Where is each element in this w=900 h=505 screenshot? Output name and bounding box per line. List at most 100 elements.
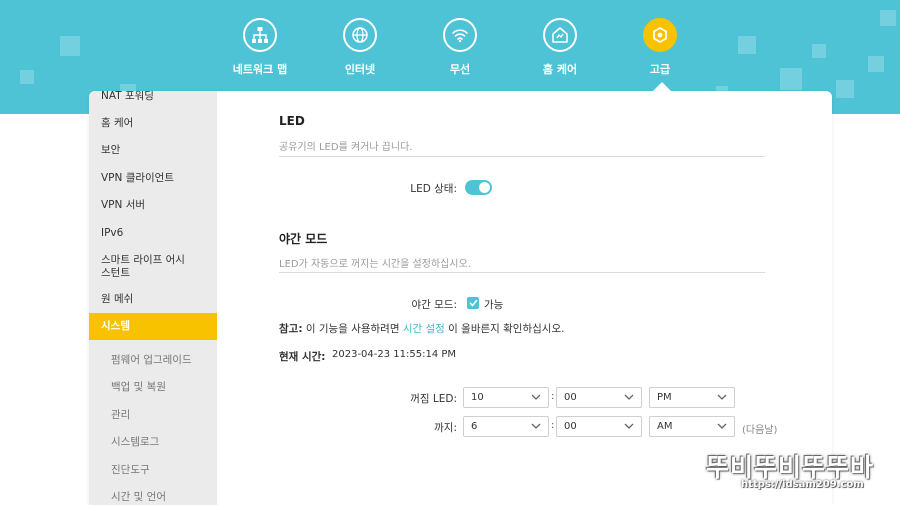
sidebar-subitem-label: 시간 및 언어 (111, 491, 166, 503)
decor-pixel (20, 70, 34, 84)
sidebar-subitem-label: 펌웨어 업그레이드 (111, 354, 192, 366)
until-label: 까지: (434, 422, 457, 434)
led-status-toggle[interactable] (465, 180, 492, 195)
select-value: AM (657, 421, 673, 432)
divider (279, 156, 765, 157)
nav-home-care[interactable]: 홈 케어 (510, 18, 610, 77)
select-value: PM (657, 392, 672, 403)
sidebar-item-label: 홈 케어 (101, 117, 134, 129)
night-mode-checkbox-label: 가능 (484, 299, 504, 311)
chevron-down-icon (624, 394, 634, 400)
select-value: 00 (564, 392, 577, 403)
sidebar-subitem-time-language[interactable]: 시간 및 언어 (89, 491, 217, 504)
sidebar-item-label: 보안 (101, 144, 121, 156)
advanced-gear-icon (643, 18, 677, 52)
night-mode-checkbox[interactable] (467, 297, 479, 309)
checkmark-icon (468, 299, 478, 307)
select-value: 10 (471, 392, 484, 403)
chevron-down-icon (531, 394, 541, 400)
until-hour-select[interactable]: 6 (463, 416, 549, 437)
sidebar-item-system[interactable]: 시스템 (89, 313, 217, 340)
sidebar-subitem-diagnostics[interactable]: 진단도구 (89, 464, 217, 477)
toggle-knob (479, 182, 490, 193)
sidebar-item-vpn-client[interactable]: VPN 클라이언트 (89, 172, 217, 185)
chevron-down-icon (531, 423, 541, 429)
nav-internet[interactable]: 인터넷 (310, 18, 410, 77)
wifi-icon (443, 18, 477, 52)
sidebar-item-security[interactable]: 보안 (89, 144, 217, 157)
sidebar-item-label: 시스템 (101, 320, 130, 332)
select-value: 00 (564, 421, 577, 432)
chevron-down-icon (624, 423, 634, 429)
night-mode-section-description: LED가 자동으로 꺼지는 시간을 설정하십시오. (279, 259, 471, 270)
nav-label: 네트워크 맵 (232, 63, 288, 76)
time-separator: : (551, 391, 555, 402)
nav-label: 무선 (449, 63, 471, 76)
off-hour-select[interactable]: 10 (463, 387, 549, 408)
sidebar-item-one-mesh[interactable]: 원 메쉬 (89, 293, 217, 306)
nav-wireless[interactable]: 무선 (410, 18, 510, 77)
sidebar-item-label: 원 메쉬 (101, 293, 134, 305)
nav-label: 고급 (649, 63, 671, 76)
nav-network-map[interactable]: 네트워크 맵 (210, 18, 310, 77)
note-text-before: 이 기능을 사용하려면 (305, 323, 400, 335)
sidebar-item-label: VPN 클라이언트 (101, 172, 175, 184)
content-area: LED 공유기의 LED를 켜거나 끕니다. LED 상태: 야간 모드 LED… (217, 91, 832, 505)
chevron-down-icon (717, 423, 727, 429)
sidebar-item-label: IPv6 (101, 227, 124, 239)
off-ampm-select[interactable]: PM (649, 387, 735, 408)
sidebar-item-ipv6[interactable]: IPv6 (89, 227, 217, 240)
until-minute-select[interactable]: 00 (556, 416, 642, 437)
led-off-label: 꺼짐 LED: (410, 393, 457, 405)
off-minute-select[interactable]: 00 (556, 387, 642, 408)
sidebar-item-label: 스턴트 (101, 267, 130, 279)
sidebar-subitem-firmware-upgrade[interactable]: 펌웨어 업그레이드 (89, 354, 217, 367)
watermark-url: https://idsam209.com (741, 479, 864, 490)
sidebar-item-vpn-server[interactable]: VPN 서버 (89, 199, 217, 212)
led-status-label: LED 상태: (410, 183, 457, 195)
decor-pixel (868, 56, 884, 72)
time-separator: : (551, 420, 555, 431)
sidebar-item-label: NAT 포워딩 (101, 91, 154, 102)
sidebar-item-nat-forwarding[interactable]: NAT 포워딩 (89, 91, 217, 103)
night-mode-section-title: 야간 모드 (279, 232, 328, 246)
sidebar: NAT 포워딩 홈 케어 보안 VPN 클라이언트 VPN 서버 IPv6 스마… (89, 91, 217, 505)
decor-pixel (836, 80, 854, 98)
sidebar-subitem-administration[interactable]: 관리 (89, 409, 217, 422)
sidebar-item-label: 스마트 라이프 어시 (101, 254, 185, 266)
nav-advanced[interactable]: 고급 (610, 18, 710, 77)
current-time-value: 2023-04-23 11:55:14 PM (332, 349, 457, 360)
sidebar-subitem-label: 진단도구 (111, 464, 150, 476)
night-mode-label: 야간 모드: (411, 299, 457, 311)
time-settings-link[interactable]: 시간 설정 (403, 323, 445, 335)
sidebar-item-smart-life-assistant[interactable]: 스마트 라이프 어시 스턴트 (89, 254, 217, 280)
network-map-icon (243, 18, 277, 52)
select-value: 6 (471, 421, 478, 432)
sidebar-item-home-care[interactable]: 홈 케어 (89, 117, 217, 130)
chevron-down-icon (717, 394, 727, 400)
nav-label: 인터넷 (344, 63, 376, 76)
sidebar-item-label: VPN 서버 (101, 199, 146, 211)
active-tab-pointer (653, 82, 671, 91)
main-nav: 네트워크 맵 인터넷 무선 홈 케어 고급 (210, 18, 710, 78)
sidebar-subitem-label: 관리 (111, 409, 131, 421)
current-time-label: 현재 시간: (279, 351, 326, 363)
globe-icon (343, 18, 377, 52)
decor-pixel (60, 36, 80, 56)
decor-pixel (812, 44, 826, 58)
decor-pixel (780, 68, 802, 90)
sidebar-subitem-label: 시스템로그 (111, 436, 160, 448)
next-day-hint: (다음날) (742, 425, 778, 436)
night-mode-note: 참고: 이 기능을 사용하려면 시간 설정 이 올바른지 확인하십시오. (279, 321, 564, 336)
sidebar-subitem-backup-restore[interactable]: 백업 및 복원 (89, 381, 217, 394)
main-panel: NAT 포워딩 홈 케어 보안 VPN 클라이언트 VPN 서버 IPv6 스마… (89, 91, 832, 505)
decor-pixel (880, 10, 896, 26)
sidebar-subitem-label: 백업 및 복원 (111, 381, 166, 393)
note-text-after: 이 올바른지 확인하십시오. (448, 323, 565, 335)
home-care-icon (543, 18, 577, 52)
decor-pixel (738, 36, 756, 54)
until-ampm-select[interactable]: AM (649, 416, 735, 437)
nav-label: 홈 케어 (542, 63, 578, 76)
sidebar-subitem-system-log[interactable]: 시스템로그 (89, 436, 217, 449)
led-section-title: LED (279, 114, 305, 128)
